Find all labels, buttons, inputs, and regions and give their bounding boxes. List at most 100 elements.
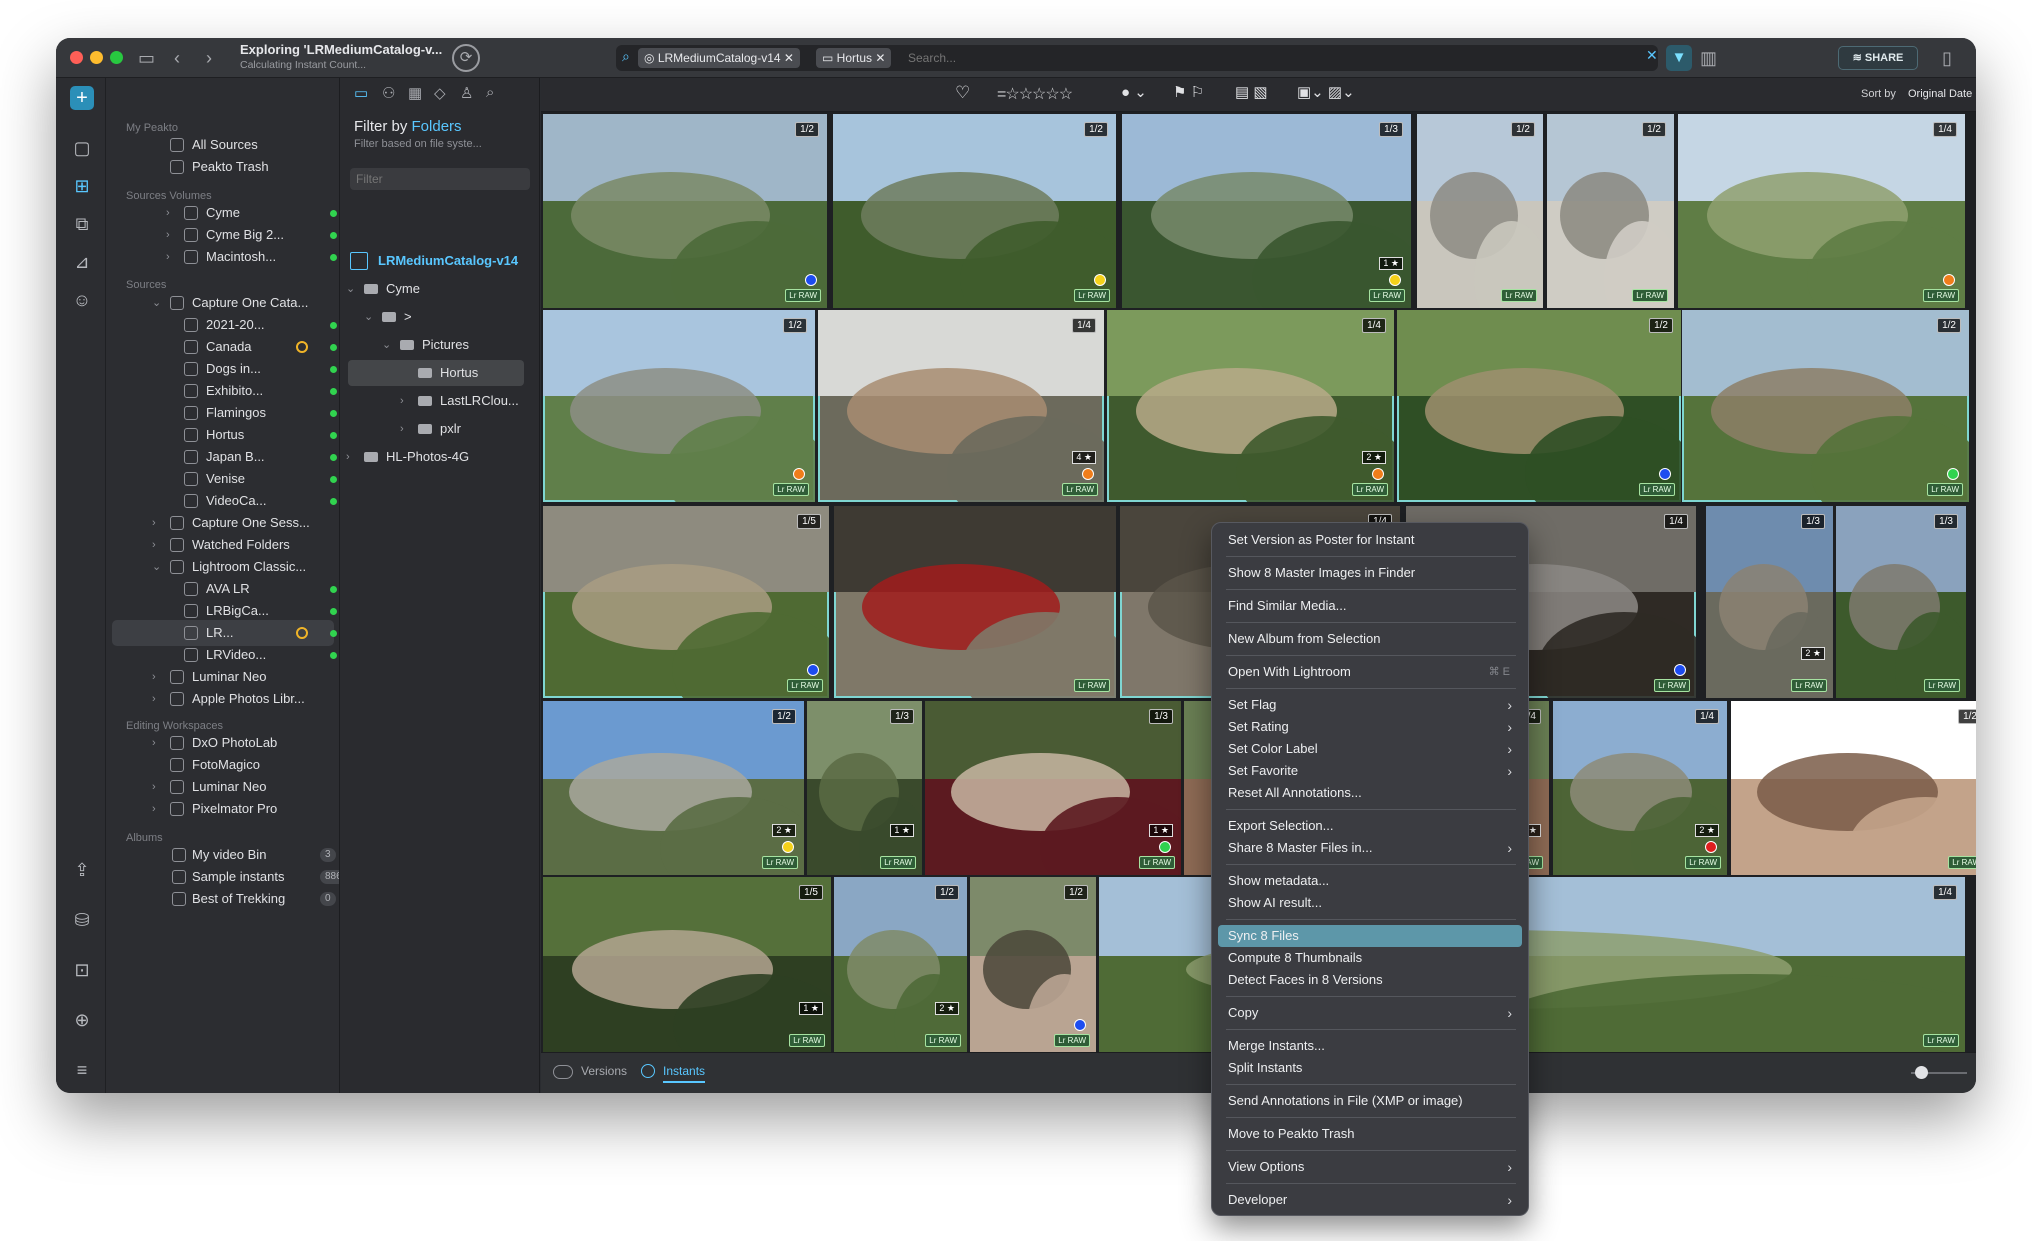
catalog-root[interactable]: LRMediumCatalog-v14 [350, 248, 530, 274]
clear-search-icon[interactable]: ✕ [1646, 47, 1658, 64]
faces-icon[interactable]: ☺ [70, 288, 94, 312]
slideshow-icon[interactable]: ⊡ [70, 958, 94, 982]
sidebar-item[interactable]: Best of Trekking 0 [106, 886, 339, 912]
folder-tree-item[interactable]: › pxlr [340, 416, 539, 442]
sidebar-item[interactable]: Peakto Trash [106, 154, 339, 180]
context-menu-item[interactable]: Reset All Annotations... [1218, 782, 1522, 804]
photo-thumbnail[interactable]: 1/3 1 ★ Lr RAW [925, 701, 1181, 875]
photo-thumbnail[interactable]: Lr RAW [834, 506, 1116, 698]
folder-tree-item[interactable]: › HL-Photos-4G [340, 444, 539, 470]
folder-tree-item[interactable]: › LastLRClou... [340, 388, 539, 414]
photo-thumbnail[interactable]: 1/2 Lr RAW [543, 114, 827, 308]
chevron-down-icon[interactable]: ⌄ [364, 304, 373, 330]
search-chip-folder[interactable]: ▭ Hortus ✕ [816, 48, 892, 68]
photo-thumbnail[interactable]: 1/2 Lr RAW [1417, 114, 1543, 308]
context-menu-item[interactable]: Copy › [1218, 1002, 1522, 1024]
folder-tree-item[interactable]: ⌄ Pictures [340, 332, 539, 358]
flag-filter-icon[interactable]: ⚑ ⚐ [1173, 83, 1204, 101]
instants-label[interactable]: Instants [663, 1064, 706, 1083]
folder-tree-item[interactable]: Hortus [348, 360, 524, 386]
grid-view-icon[interactable]: ⊞ [70, 174, 94, 198]
map-icon[interactable]: ⊿ [70, 250, 94, 274]
photo-thumbnail[interactable]: 1/2 2 ★ Lr RAW [834, 877, 967, 1052]
minimize-window-button[interactable] [90, 51, 103, 64]
sort-select[interactable]: Original Date [1908, 88, 1972, 100]
chevron-down-icon[interactable]: ⌄ [346, 276, 355, 302]
single-view-icon[interactable]: ▢ [70, 136, 94, 160]
context-menu-item[interactable]: Export Selection... [1218, 815, 1522, 837]
context-menu-item[interactable]: Split Instants [1218, 1057, 1522, 1079]
share-button[interactable]: ≋ SHARE [1838, 46, 1918, 70]
chevron-right-icon[interactable]: › [152, 796, 156, 822]
folder-filter-input[interactable] [350, 168, 530, 190]
context-menu-item[interactable]: New Album from Selection [1218, 628, 1522, 650]
search-bar[interactable]: ⌕ ◎ LRMediumCatalog-v14 ✕ ▭ Hortus ✕ ✕ [616, 45, 1658, 71]
context-menu-item[interactable]: Show AI result... [1218, 892, 1522, 914]
add-icon[interactable]: + [70, 86, 94, 110]
photo-thumbnail[interactable]: 1/3 1 ★ Lr RAW [807, 701, 922, 875]
stats-icon[interactable]: ▥ [1700, 46, 1717, 70]
photo-thumbnail[interactable]: 1/4 Lr RAW [1678, 114, 1965, 308]
zoom-window-button[interactable] [110, 51, 123, 64]
chevron-right-icon[interactable]: › [400, 388, 404, 414]
stack-icon[interactable]: ⧉ [70, 212, 94, 236]
hierarchy-tab-icon[interactable]: ⚇ [382, 84, 395, 102]
sidebar-item[interactable]: › Macintosh... [106, 244, 339, 270]
context-menu-item[interactable]: Detect Faces in 8 Versions [1218, 969, 1522, 991]
photo-thumbnail[interactable]: 1/2 Lr RAW [833, 114, 1116, 308]
calendar-tab-icon[interactable]: ▦ [408, 84, 422, 102]
inspector-toggle-icon[interactable]: ▯ [1942, 46, 1952, 70]
context-menu-item[interactable]: Sync 8 Files [1218, 925, 1522, 947]
zoom-slider-thumb[interactable] [1915, 1066, 1928, 1079]
context-menu-item[interactable]: Compute 8 Thumbnails [1218, 947, 1522, 969]
chevron-right-icon[interactable]: › [166, 244, 170, 270]
context-menu-item[interactable]: Set Favorite › [1218, 760, 1522, 782]
add-album-icon[interactable]: ⊕ [70, 1008, 94, 1032]
context-menu-item[interactable]: Send Annotations in File (XMP or image) [1218, 1090, 1522, 1112]
context-menu-item[interactable]: Show metadata... [1218, 870, 1522, 892]
photo-thumbnail[interactable]: 1/2 Lr RAW [1547, 114, 1674, 308]
sidebar-item[interactable]: › Apple Photos Libr... [106, 686, 339, 712]
photo-thumbnail[interactable]: 1/3 1 ★ Lr RAW [1122, 114, 1411, 308]
context-menu-item[interactable]: Merge Instants... [1218, 1035, 1522, 1057]
chevron-right-icon[interactable]: › [346, 444, 350, 470]
folder-tree-item[interactable]: ⌄ Cyme [340, 276, 539, 302]
photo-thumbnail[interactable]: 1/3 Lr RAW [1836, 506, 1966, 698]
import-icon[interactable]: ⛁ [70, 908, 94, 932]
sidebar-item[interactable]: › Pixelmator Pro [106, 796, 339, 822]
photo-thumbnail[interactable]: 1/5 1 ★ Lr RAW [543, 877, 831, 1052]
ai-tab-icon[interactable]: ⌕ [486, 84, 494, 101]
photo-thumbnail[interactable]: 1/2 Lr RAW [1682, 310, 1969, 502]
sidebar-toggle-icon[interactable]: ▭ [138, 46, 155, 70]
context-menu-item[interactable]: Set Flag › [1218, 694, 1522, 716]
photo-thumbnail[interactable]: 1/4 2 ★ Lr RAW [1107, 310, 1394, 502]
photo-thumbnail[interactable]: 1/2 Lr RAW [1731, 701, 1976, 875]
chevron-right-icon[interactable]: › [400, 416, 404, 442]
chevron-right-icon[interactable]: › [152, 686, 156, 712]
search-chip-catalog[interactable]: ◎ LRMediumCatalog-v14 ✕ [638, 48, 800, 68]
close-window-button[interactable] [70, 51, 83, 64]
versions-label[interactable]: Versions [581, 1064, 627, 1078]
media-type-filter-icon[interactable]: ▣⌄ ▨⌄ [1297, 83, 1355, 101]
menu-icon[interactable]: ≡ [70, 1058, 94, 1082]
instants-toggle-icon[interactable] [641, 1064, 655, 1078]
photo-thumbnail[interactable]: 1/4 2 ★ Lr RAW [1553, 701, 1727, 875]
context-menu-item[interactable]: Move to Peakto Trash [1218, 1123, 1522, 1145]
search-input[interactable] [908, 48, 1508, 68]
sync-progress-icon[interactable]: ⟳ [452, 44, 480, 72]
keyword-tab-icon[interactable]: ◇ [434, 84, 446, 102]
color-filter-icon[interactable]: ● ⌄ [1121, 83, 1147, 101]
forward-icon[interactable]: › [206, 46, 212, 70]
favorite-filter-icon[interactable]: ♡ [955, 83, 970, 103]
photo-thumbnail[interactable]: 1/2 Lr RAW [1397, 310, 1681, 502]
context-menu-item[interactable]: Show 8 Master Images in Finder [1218, 562, 1522, 584]
photo-thumbnail[interactable]: 1/3 2 ★ Lr RAW [1706, 506, 1833, 698]
context-menu-item[interactable]: View Options › [1218, 1156, 1522, 1178]
filter-icon[interactable]: ▼ [1666, 45, 1692, 71]
photo-thumbnail[interactable]: 1/2 Lr RAW [970, 877, 1096, 1052]
metadata-filter-icon[interactable]: ▤ ▧ [1235, 83, 1268, 101]
context-menu-item[interactable]: Open With Lightroom ⌘ E [1218, 661, 1522, 683]
back-icon[interactable]: ‹ [174, 46, 180, 70]
export-icon[interactable]: ⇪ [70, 858, 94, 882]
context-menu-item[interactable]: Developer › [1218, 1189, 1522, 1211]
